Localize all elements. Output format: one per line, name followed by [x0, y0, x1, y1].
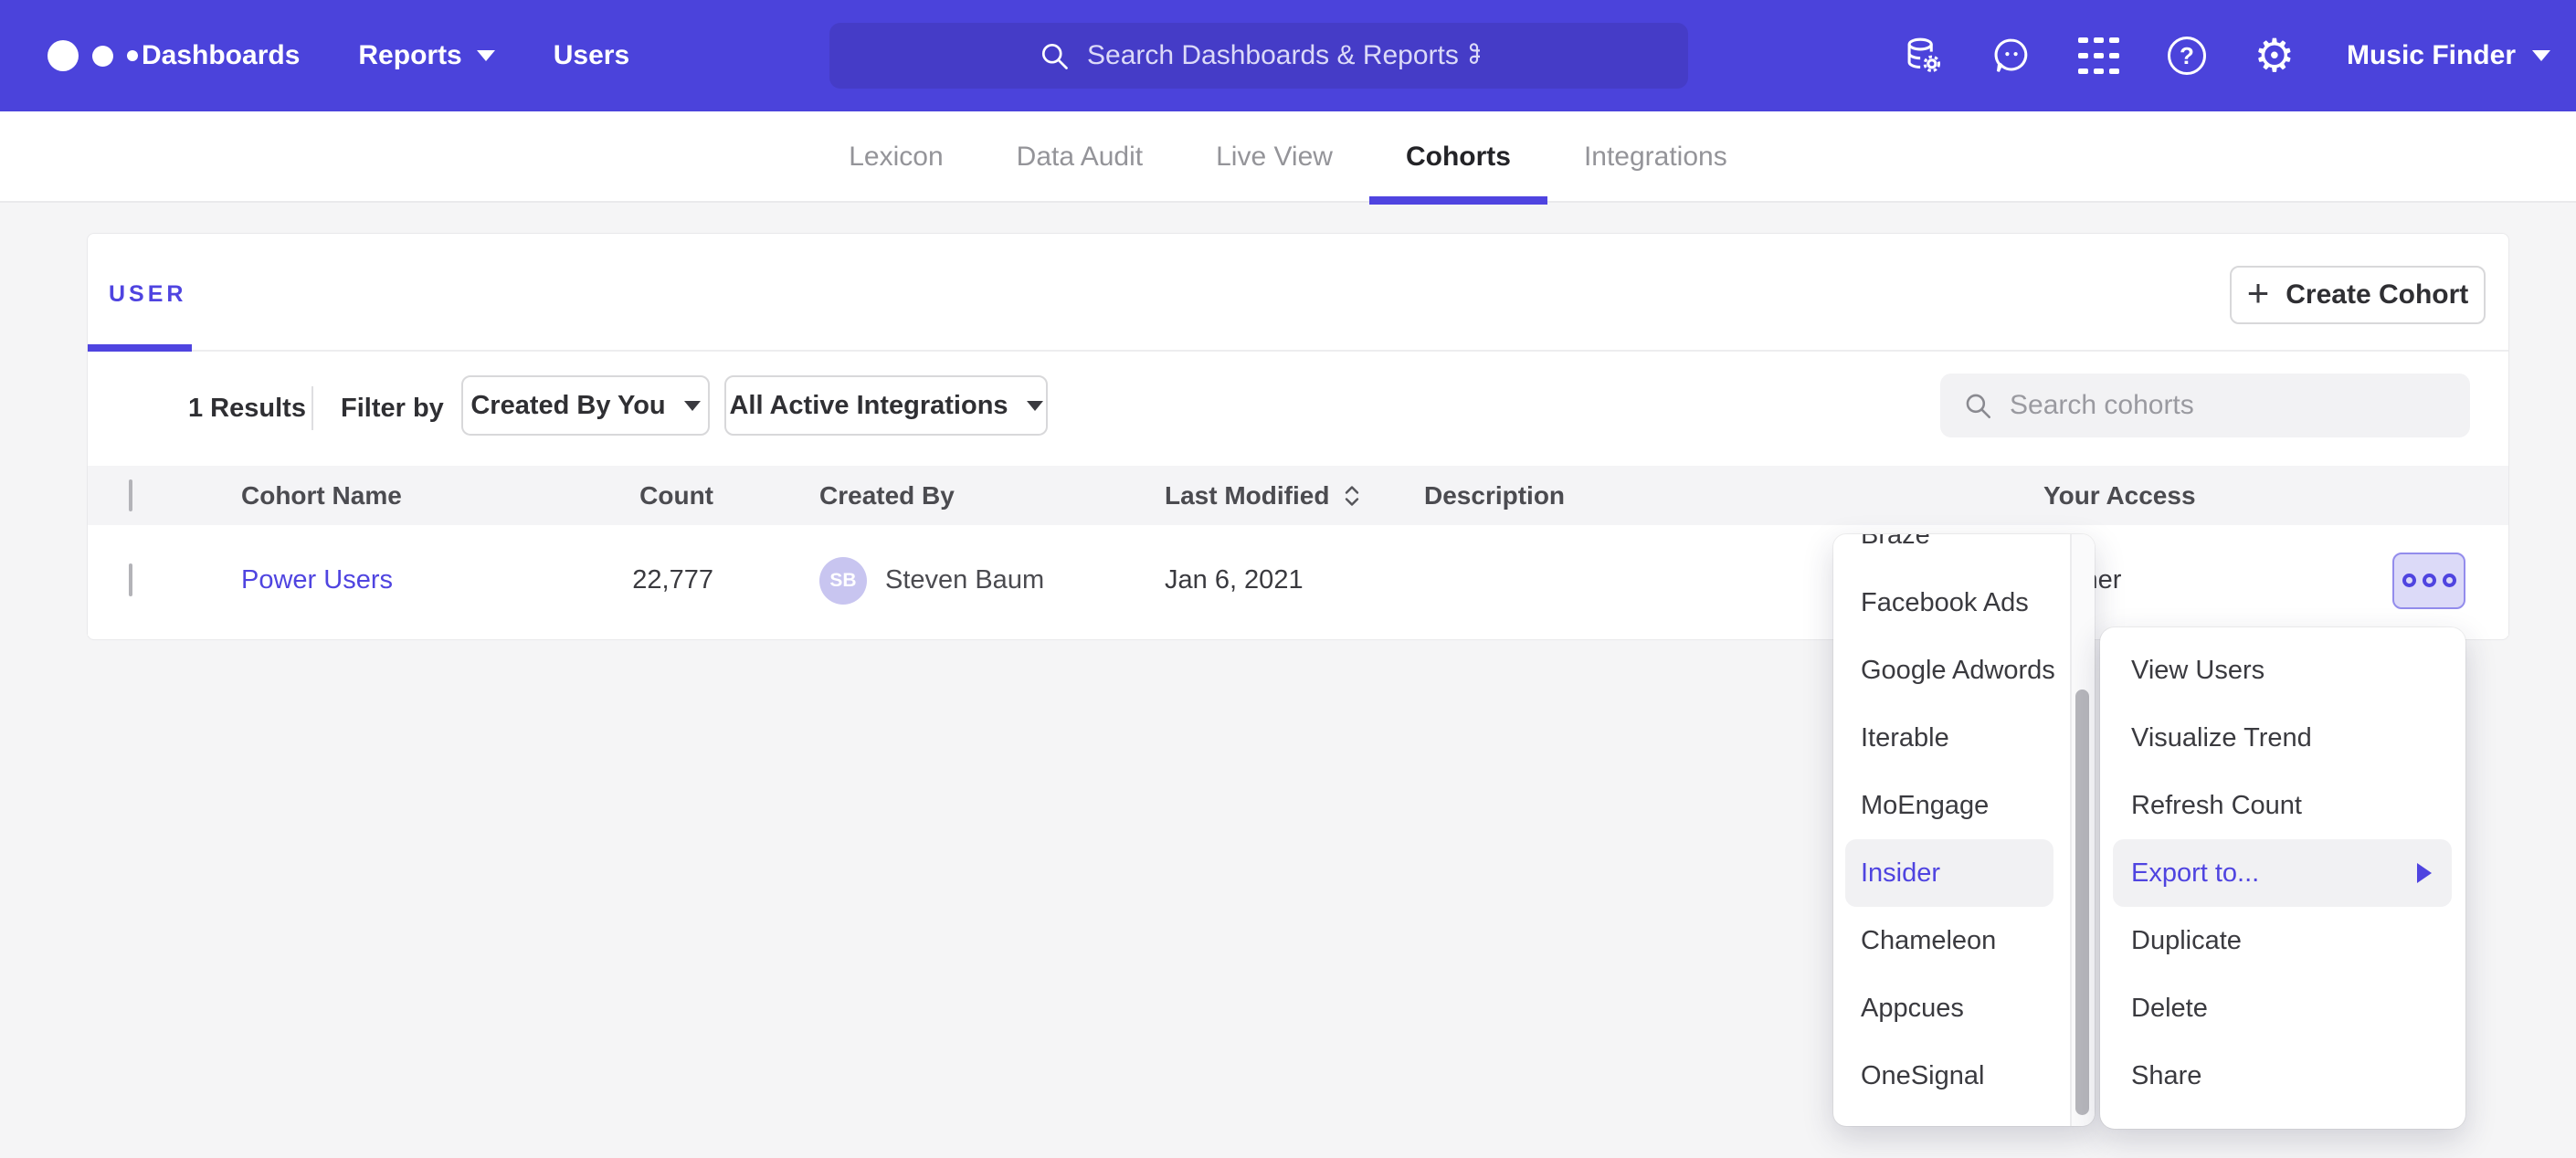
menu-item-delete[interactable]: Delete [2100, 974, 2465, 1042]
sort-icon[interactable] [1342, 482, 1362, 510]
results-count: 1 Results [188, 394, 306, 424]
menu-item-iterable[interactable]: Iterable [1833, 704, 2070, 772]
plus-icon: + [2247, 274, 2270, 312]
row-context-menu: View Users Visualize Trend Refresh Count… [2100, 627, 2465, 1129]
project-name: Music Finder [2347, 40, 2516, 71]
menu-item-braze[interactable]: Braze [1833, 534, 2070, 569]
menu-scrollbar-track [2070, 534, 2095, 1126]
menu-item-insider[interactable]: Insider [1845, 839, 2053, 907]
menu-item-onesignal[interactable]: OneSignal [1833, 1042, 2070, 1110]
table-row: Power Users 22,777 SB Steven Baum Jan 6,… [88, 525, 2508, 636]
table-header: Cohort Name Count Created By Last Modifi… [88, 466, 2508, 525]
search-cohorts-input[interactable] [2010, 390, 2412, 421]
create-cohort-button[interactable]: + Create Cohort [2230, 266, 2486, 324]
menu-item-moengage[interactable]: MoEngage [1833, 772, 2070, 839]
row-actions-button[interactable] [2392, 553, 2465, 609]
search-cohorts-box[interactable] [1940, 374, 2470, 437]
your-access-value: Owner [2043, 565, 2392, 595]
divider [311, 386, 313, 430]
cohort-name-link[interactable]: Power Users [241, 565, 393, 595]
menu-item-refresh-count[interactable]: Refresh Count [2100, 772, 2465, 839]
apps-grid-icon[interactable] [2078, 35, 2120, 77]
submenu-arrow-icon [2417, 863, 2432, 883]
menu-item-duplicate[interactable]: Duplicate [2100, 907, 2465, 974]
chevron-down-icon [684, 401, 701, 411]
export-destinations-list: Braze Facebook Ads Google Adwords Iterab… [1833, 534, 2070, 1126]
col-created-by: Created By [782, 481, 1165, 511]
export-destinations-menu: Braze Facebook Ads Google Adwords Iterab… [1833, 534, 2095, 1126]
top-navbar: Dashboards Reports Users [0, 0, 2576, 111]
tab-data-audit[interactable]: Data Audit [980, 111, 1179, 203]
project-selector[interactable]: Music Finder [2347, 40, 2550, 71]
app-root: Dashboards Reports Users [0, 0, 2576, 1158]
filter-integrations-dropdown[interactable]: All Active Integrations [724, 375, 1048, 436]
settings-gear-icon[interactable]: ⚙ [2254, 35, 2296, 77]
mixpanel-logo-icon[interactable] [48, 0, 138, 111]
menu-item-facebook-ads[interactable]: Facebook Ads [1833, 569, 2070, 637]
section-tabbar: Lexicon Data Audit Live View Cohorts Int… [0, 111, 2576, 203]
col-last-modified[interactable]: Last Modified [1165, 481, 1424, 511]
filter-created-by-dropdown[interactable]: Created By You [461, 375, 710, 436]
data-management-icon[interactable] [1903, 35, 1945, 77]
menu-item-view-users[interactable]: View Users [2100, 637, 2465, 704]
chevron-down-icon [2532, 50, 2550, 61]
chevron-down-icon [477, 50, 495, 61]
menu-scrollbar-thumb[interactable] [2075, 690, 2089, 1115]
avatar: SB [819, 557, 867, 605]
menu-item-visualize-trend[interactable]: Visualize Trend [2100, 704, 2465, 772]
active-tab-underline [88, 344, 192, 352]
tab-user-cohorts[interactable]: USER [109, 281, 186, 308]
col-your-access: Your Access [2043, 481, 2392, 511]
row-checkbox[interactable] [129, 563, 132, 596]
help-icon[interactable]: ? [2166, 35, 2208, 77]
menu-item-chameleon[interactable]: Chameleon [1833, 907, 2070, 974]
col-cohort-name: Cohort Name [241, 481, 572, 511]
menu-item-export-to[interactable]: Export to... [2113, 839, 2452, 907]
nav-users[interactable]: Users [554, 40, 629, 71]
global-search-input[interactable] [1087, 40, 1480, 71]
filter-toolbar: 1 Results Filter by Created By You All A… [88, 352, 2508, 466]
topnav-right-cluster: ? ⚙ Music Finder [1903, 0, 2550, 111]
filter-by-label: Filter by [341, 394, 444, 424]
menu-item-appcues[interactable]: Appcues [1833, 974, 2070, 1042]
search-icon [1962, 390, 1993, 421]
col-count: Count [572, 481, 782, 511]
feedback-icon[interactable] [1990, 35, 2032, 77]
nav-reports[interactable]: Reports [358, 40, 494, 71]
cohorts-card: USER + Create Cohort 1 Results Filter by… [87, 233, 2509, 640]
search-icon [1038, 39, 1071, 72]
created-by-name: Steven Baum [885, 565, 1044, 595]
tab-integrations[interactable]: Integrations [1547, 111, 1764, 203]
tab-cohorts[interactable]: Cohorts [1369, 111, 1547, 203]
tab-live-view[interactable]: Live View [1179, 111, 1369, 203]
chevron-down-icon [1027, 401, 1043, 411]
cohort-type-tabs: USER + Create Cohort [88, 234, 2508, 352]
global-search[interactable] [829, 23, 1688, 89]
last-modified-date: Jan 6, 2021 [1165, 565, 1424, 595]
cohort-count: 22,777 [572, 565, 782, 595]
menu-item-google-adwords[interactable]: Google Adwords [1833, 637, 2070, 704]
primary-nav: Dashboards Reports Users [142, 0, 629, 111]
col-description: Description [1424, 481, 2043, 511]
menu-item-share[interactable]: Share [2100, 1042, 2465, 1110]
tab-lexicon[interactable]: Lexicon [812, 111, 979, 203]
select-all-checkbox[interactable] [129, 479, 132, 511]
nav-dashboards[interactable]: Dashboards [142, 40, 300, 71]
